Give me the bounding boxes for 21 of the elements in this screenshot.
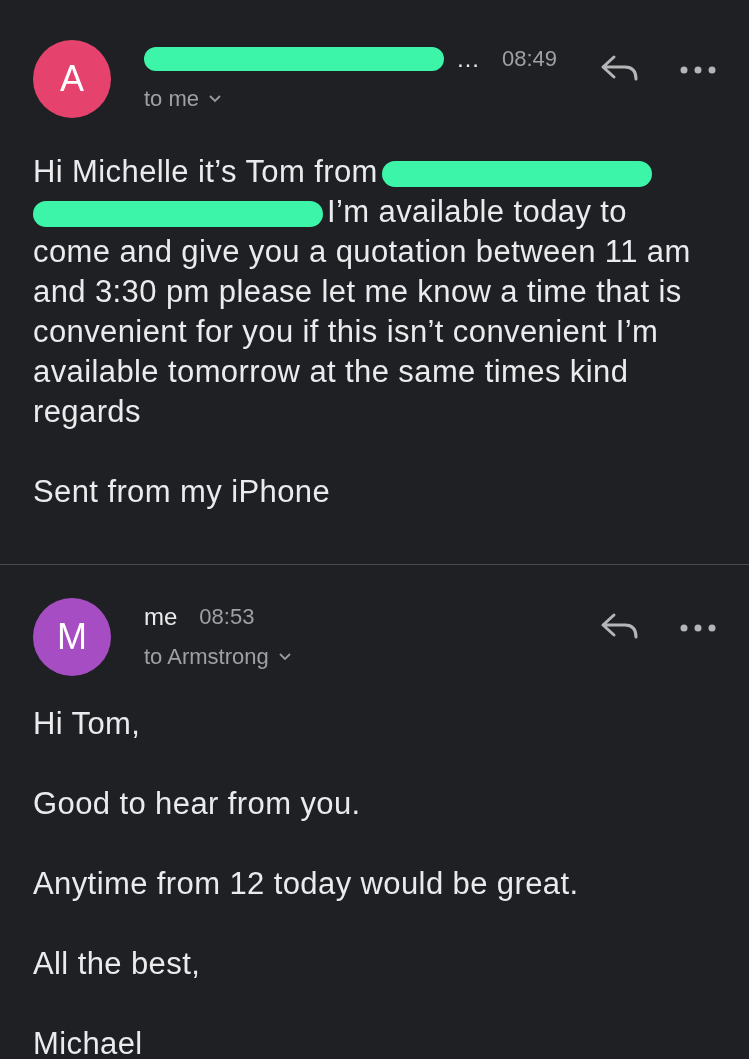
message-text: Michael xyxy=(33,1026,143,1059)
message-text: Anytime from 12 today would be great. xyxy=(33,866,579,901)
chevron-down-icon xyxy=(209,95,222,103)
message-text: Good to hear from you. xyxy=(33,786,361,821)
chevron-down-icon xyxy=(278,653,291,661)
message-text: Sent from my iPhone xyxy=(33,474,331,509)
more-icon[interactable] xyxy=(680,624,716,632)
sender-name: me xyxy=(144,603,178,631)
recipient-toggle[interactable]: to me xyxy=(144,86,222,112)
message-text: I’m available today to xyxy=(327,194,627,229)
message-time: 08:53 xyxy=(199,604,255,630)
message-text: All the best, xyxy=(33,946,201,981)
more-icon[interactable] xyxy=(680,66,716,74)
avatar: M xyxy=(33,598,111,676)
sender-name: … xyxy=(456,45,480,73)
avatar: A xyxy=(33,40,111,118)
message-text: Hi Tom, xyxy=(33,706,141,741)
message-text: come and give you a quotation between 11 am and 3:30 pm please let me know a time that is convenient for you if this isn’t convenient I’m available tomorrow at the same times kind regards xyxy=(33,233,692,431)
recipient-toggle[interactable]: to Armstrong xyxy=(144,644,291,670)
message-text: Hi Michelle it’s Tom from xyxy=(33,154,378,189)
message-time: 08:49 xyxy=(502,46,558,72)
